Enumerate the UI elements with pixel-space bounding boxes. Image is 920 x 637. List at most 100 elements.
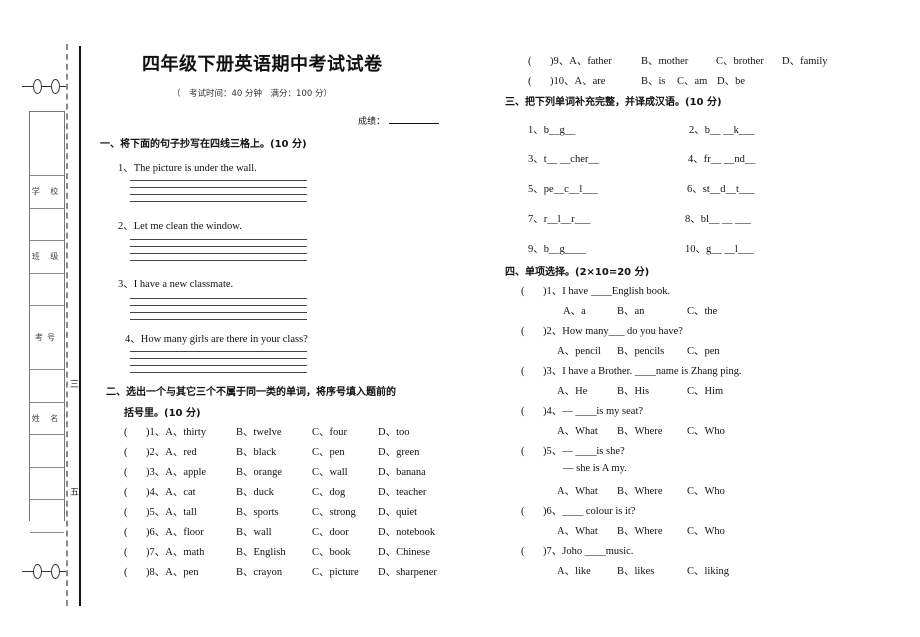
option-c[interactable]: C、pen	[687, 343, 720, 358]
writing-lines[interactable]	[130, 239, 307, 267]
option-c: C、door	[312, 527, 349, 538]
answer-bracket[interactable]: ( )	[124, 544, 148, 559]
option-c[interactable]: C、the	[687, 303, 717, 318]
class-label: 班 级	[30, 241, 64, 274]
cut-line	[66, 44, 68, 606]
option-b: B、English	[236, 547, 286, 558]
option-c: C、am	[677, 76, 708, 87]
fill-word[interactable]: 2、b__ __k___	[689, 122, 755, 137]
class-field[interactable]	[30, 274, 64, 306]
option-b[interactable]: B、Where	[617, 423, 662, 438]
answer-bracket[interactable]: ( )	[124, 564, 148, 579]
answer-bracket[interactable]: (	[521, 323, 545, 338]
answer-bracket[interactable]: ( )	[124, 524, 148, 539]
answer-bracket[interactable]: ( )	[528, 53, 552, 68]
option-c[interactable]: C、Who	[687, 483, 725, 498]
name-field[interactable]	[30, 435, 64, 468]
answer-bracket[interactable]: ( )	[124, 484, 148, 499]
option-a[interactable]: A、pencil	[557, 343, 601, 358]
option-b: B、crayon	[236, 567, 283, 578]
exam-number-field[interactable]	[30, 370, 64, 403]
fill-word[interactable]: 5、pe__c__l___	[528, 181, 598, 196]
info-blank[interactable]	[30, 468, 64, 500]
question-text: )1、I have ____English book.	[543, 286, 671, 297]
answer-bracket[interactable]: ( )	[124, 504, 148, 519]
question-text: )6、____ colour is it?	[543, 506, 636, 517]
option-c[interactable]: C、Him	[687, 383, 723, 398]
info-blank[interactable]	[30, 500, 64, 533]
question-option-a: )8、A、pen	[146, 567, 199, 578]
fill-word[interactable]: 6、st__d__t___	[687, 181, 755, 196]
option-b[interactable]: B、Where	[617, 483, 662, 498]
option-b[interactable]: B、an	[617, 303, 644, 318]
option-c[interactable]: C、Who	[687, 423, 725, 438]
option-a[interactable]: A、like	[557, 563, 591, 578]
option-d: D、notebook	[378, 527, 436, 538]
option-c[interactable]: C、liking	[687, 563, 729, 578]
answer-bracket[interactable]: ( )	[124, 424, 148, 439]
option-a[interactable]: A、He	[557, 383, 587, 398]
option-b: B、black	[236, 447, 277, 458]
option-c: C、book	[312, 547, 351, 558]
option-d: D、family	[782, 56, 828, 67]
answer-bracket[interactable]: (	[521, 503, 545, 518]
score-blank[interactable]	[389, 115, 440, 124]
option-b[interactable]: B、Where	[617, 523, 662, 538]
answer-bracket[interactable]: ( )	[124, 444, 148, 459]
fill-word[interactable]: 4、fr__ __nd__	[688, 151, 755, 166]
section3-heading: 三、把下列单词补充完整，并译成汉语。(10 分)	[505, 97, 722, 108]
option-d: D、teacher	[378, 487, 427, 498]
option-b[interactable]: B、likes	[617, 563, 654, 578]
option-b: B、mother	[641, 56, 689, 67]
option-d: D、be	[717, 76, 745, 87]
option-c[interactable]: C、Who	[687, 523, 725, 538]
answer-bracket[interactable]: (	[521, 443, 545, 458]
option-b[interactable]: B、His	[617, 383, 649, 398]
copy-sentence: 3、I have a new classmate.	[118, 279, 234, 290]
option-a[interactable]: A、What	[557, 523, 598, 538]
question-option-a: )3、A、apple	[146, 467, 207, 478]
question-option-a: )1、A、thirty	[146, 427, 207, 438]
option-d: D、banana	[378, 467, 426, 478]
school-field[interactable]	[30, 209, 64, 241]
question-option-a: )7、A、math	[146, 547, 205, 558]
option-c: C、pen	[312, 447, 345, 458]
answer-bracket[interactable]: ( )	[124, 464, 148, 479]
answer-bracket[interactable]: (	[521, 543, 545, 558]
fill-word[interactable]: 7、r__l__r___	[528, 211, 590, 226]
question-option-a: )9、A、father	[550, 56, 612, 67]
question-option-a: )6、A、floor	[146, 527, 204, 538]
section2-heading-cont: 括号里。(10 分)	[124, 408, 201, 419]
binding-rings-top	[22, 79, 68, 95]
writing-lines[interactable]	[130, 351, 307, 379]
option-c: C、dog	[312, 487, 346, 498]
answer-bracket[interactable]: (	[521, 403, 545, 418]
fill-word[interactable]: 10、g__ __l___	[685, 241, 754, 256]
section2-heading: 二、选出一个与其它三个不属于同一类的单词，将序号填入题前的	[106, 387, 396, 398]
answer-bracket[interactable]: (	[521, 363, 545, 378]
option-a[interactable]: A、What	[557, 483, 598, 498]
answer-bracket[interactable]: ( )	[528, 73, 552, 88]
option-b: B、orange	[236, 467, 283, 478]
option-a[interactable]: A、What	[557, 423, 598, 438]
option-a[interactable]: A、a	[563, 303, 586, 318]
fill-word[interactable]: 9、b__g____	[528, 241, 586, 256]
option-b: B、is	[641, 76, 666, 87]
fill-word[interactable]: 3、t__ __cher__	[528, 151, 599, 166]
fill-word[interactable]: 1、b__g__	[528, 122, 575, 137]
answer-bracket[interactable]: (	[521, 283, 545, 298]
writing-lines[interactable]	[130, 180, 307, 208]
margin-mark: 五	[70, 488, 80, 498]
option-b: B、duck	[236, 487, 274, 498]
option-c: C、four	[312, 427, 347, 438]
margin-mark: 三	[70, 380, 80, 390]
option-d: D、quiet	[378, 507, 418, 518]
question-option-a: )2、A、red	[146, 447, 197, 458]
option-b[interactable]: B、pencils	[617, 343, 664, 358]
fill-word[interactable]: 8、bl__ __ ___	[685, 211, 751, 226]
option-d: D、Chinese	[378, 547, 430, 558]
question-text: )5、— ____is she?	[543, 446, 625, 457]
writing-lines[interactable]	[130, 298, 307, 326]
info-blank[interactable]	[30, 112, 64, 176]
section1-heading: 一、将下面的句子抄写在四线三格上。(10 分)	[100, 139, 307, 150]
